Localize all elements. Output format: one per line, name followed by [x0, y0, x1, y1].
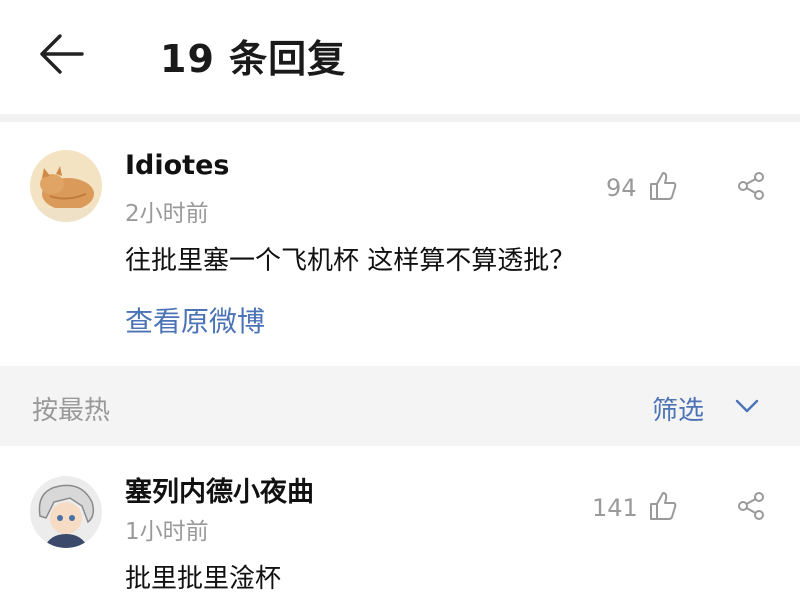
- reply-text: 批里批里淦杯: [125, 564, 282, 594]
- avatar[interactable]: [30, 476, 102, 548]
- sort-bar: 按最热 筛选: [0, 366, 800, 446]
- filter-button[interactable]: 筛选: [652, 390, 704, 427]
- comment-text: 往批里塞一个飞机杯 这样算不算透批？: [125, 246, 576, 276]
- avatar[interactable]: [30, 150, 102, 222]
- sort-by-hot[interactable]: 按最热: [32, 390, 110, 427]
- original-comment: Idiotes 2小时前 94 往批里塞一个飞机杯 这样算不算透批？ 查看原微博: [0, 122, 800, 366]
- chevron-down-icon[interactable]: [734, 396, 760, 416]
- username[interactable]: 塞列内德小夜曲: [125, 470, 314, 509]
- thumb-up-icon[interactable]: [648, 490, 678, 522]
- arrow-left-icon[interactable]: [36, 30, 86, 78]
- thumb-up-icon[interactable]: [648, 170, 678, 202]
- like-count: 141: [592, 494, 638, 522]
- timestamp: 1小时前: [125, 519, 209, 545]
- cat-avatar-image: [30, 150, 102, 222]
- timestamp: 2小时前: [125, 201, 209, 227]
- reply-item: 塞列内德小夜曲 1小时前 141 批里批里淦杯: [0, 446, 800, 613]
- page-title: 19 条回复: [160, 37, 347, 81]
- share-icon[interactable]: [735, 170, 767, 202]
- anime-avatar-image: [30, 476, 102, 548]
- username[interactable]: Idiotes: [125, 150, 229, 181]
- share-icon[interactable]: [735, 490, 767, 522]
- like-count: 94: [606, 174, 637, 202]
- top-bar: 19 条回复: [0, 0, 800, 114]
- comments-page: 19 条回复 Idiotes 2小时前 94 往批里塞一个飞机杯 这样算不算透批…: [0, 0, 800, 613]
- view-original-weibo-link[interactable]: 查看原微博: [125, 300, 265, 340]
- divider: [0, 114, 800, 122]
